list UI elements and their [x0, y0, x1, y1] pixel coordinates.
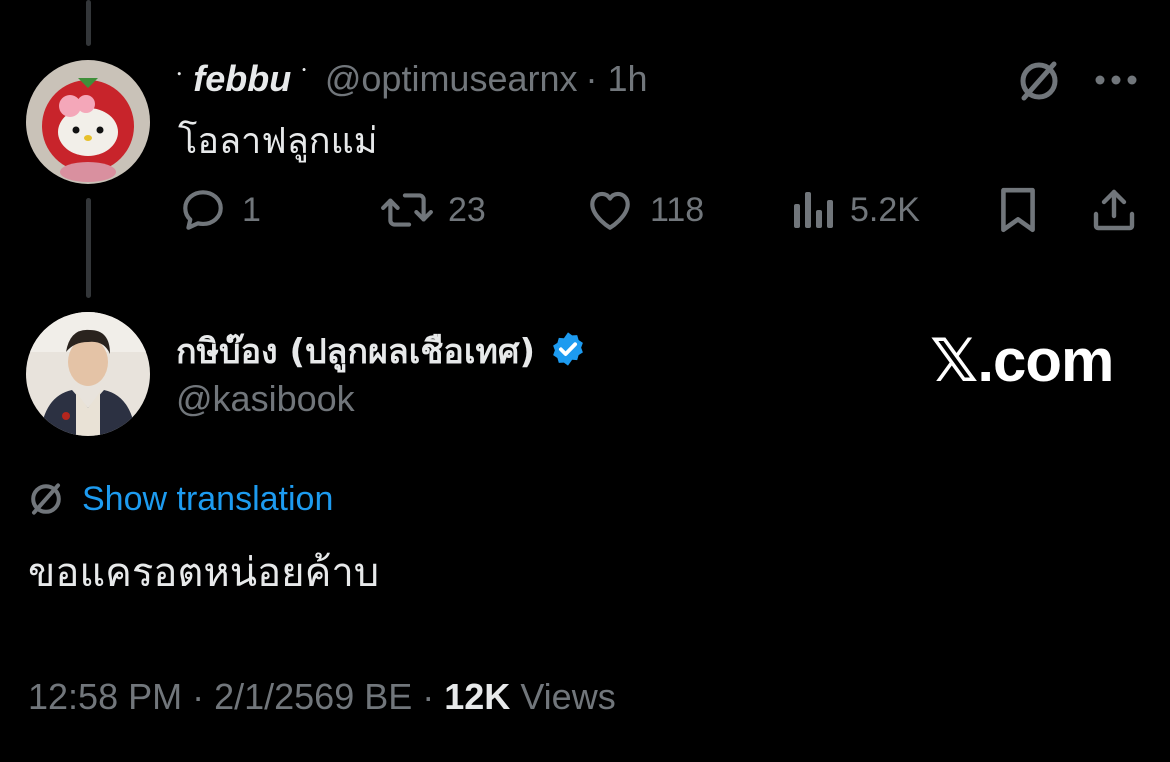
tweet-meta: 12:58 PM · 2/1/2569 BE · 12K Views — [28, 676, 616, 718]
reply-icon — [183, 190, 223, 230]
reply-count: 1 — [242, 190, 261, 229]
main-tweet-text: ขอแครอตหน่อยค้าบ — [28, 550, 380, 596]
translate-small-icon — [31, 483, 61, 515]
views-button[interactable]: 5.2K — [792, 183, 920, 237]
parent-avatar[interactable] — [26, 60, 150, 184]
thread-line-top — [86, 0, 91, 46]
views-count: 5.2K — [850, 190, 920, 229]
views-icon — [794, 192, 833, 228]
parent-display-name[interactable]: febbu — [193, 58, 291, 100]
share-icon — [1093, 189, 1135, 231]
name-decoration-right: ᣟ — [301, 63, 307, 93]
parent-tweet-header: ॱ febbu ᣟ @optimusearnx · 1h — [175, 54, 648, 104]
reply-button[interactable]: 1 — [178, 183, 261, 237]
parent-tweet-text: โอลาฟลูกแม่ — [178, 121, 378, 162]
views-label: Views — [520, 676, 616, 717]
x-com-watermark: 𝕏.com — [930, 327, 1114, 394]
views-number: 12K — [444, 676, 511, 717]
tweet-timestamp[interactable]: 12:58 PM · 2/1/2569 BE · — [28, 676, 434, 717]
retweet-button[interactable]: 23 — [380, 183, 486, 237]
main-display-name[interactable]: กษิบ๊อง (ปลูกผลเชือเทศ) — [176, 324, 535, 378]
more-icon[interactable] — [1094, 70, 1138, 95]
main-avatar[interactable] — [26, 312, 150, 436]
share-button[interactable] — [1090, 185, 1138, 240]
main-handle[interactable]: @kasibook — [176, 378, 355, 420]
main-tweet-header: กษิบ๊อง (ปลูกผลเชือเทศ) — [176, 326, 587, 376]
translate-icon[interactable] — [1014, 56, 1064, 111]
parent-handle[interactable]: @optimusearnx — [325, 58, 578, 100]
parent-time[interactable]: · 1h — [586, 58, 648, 100]
like-count: 118 — [650, 190, 705, 229]
name-decoration-left: ॱ — [175, 65, 184, 95]
like-icon — [590, 191, 630, 230]
bookmark-icon — [1001, 187, 1035, 233]
bookmark-button[interactable] — [996, 185, 1040, 240]
thread-line-middle — [86, 198, 91, 298]
verified-badge-icon — [549, 330, 587, 373]
like-button[interactable]: 118 — [584, 183, 704, 237]
retweet-icon — [381, 193, 433, 227]
retweet-count: 23 — [448, 190, 486, 229]
show-translation-button[interactable]: Show translation — [26, 475, 333, 523]
show-translation-label[interactable]: Show translation — [82, 480, 333, 519]
